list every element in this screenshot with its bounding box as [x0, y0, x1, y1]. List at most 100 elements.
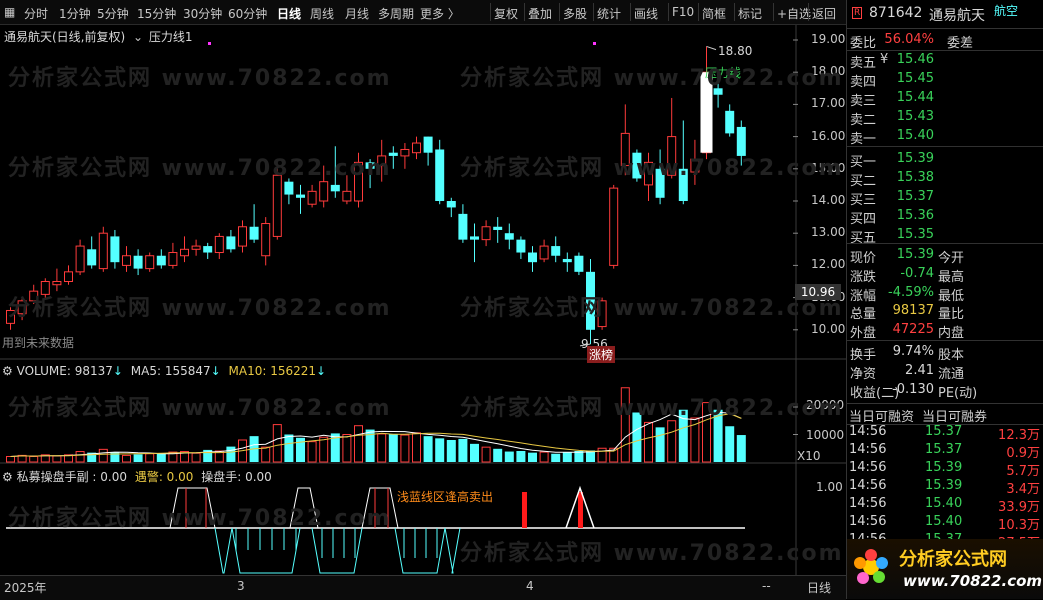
period-tab-6[interactable]: 日线: [277, 5, 301, 22]
volume-bar-up: [261, 446, 271, 463]
candle-body-down: [330, 184, 340, 192]
ad-title: 分析家公式网: [899, 549, 1007, 570]
period-tab-10[interactable]: 更多 〉: [420, 5, 460, 22]
indicator2-gear-icon[interactable]: ⚙: [2, 470, 13, 484]
volume-bar-up: [191, 452, 201, 463]
period-tab-1[interactable]: 1分钟: [59, 5, 91, 22]
candle-body-up: [609, 187, 619, 266]
sell-level-row[interactable]: 卖三 15.44: [847, 89, 1043, 109]
watermark-text: 分析家公式网 www.70822.com: [8, 66, 392, 91]
candle-body-up: [319, 181, 329, 202]
period-tab-8[interactable]: 月线: [345, 5, 369, 22]
volume-bar-up: [539, 451, 549, 463]
sell-level-row[interactable]: 卖五 ¥15.46: [847, 51, 1043, 71]
level-price: 15.43: [896, 109, 934, 124]
candle-body-down: [446, 201, 456, 208]
toolbar-action-6[interactable]: 简框: [702, 5, 726, 22]
period-tab-3[interactable]: 15分钟: [137, 5, 176, 22]
margin-financing-label: 当日可融资: [849, 410, 915, 425]
ad-banner[interactable]: 分析家公式网 www.70822.com: [847, 539, 1043, 599]
volume-bar-down: [388, 433, 398, 462]
volume-bar-down: [655, 427, 665, 462]
level-price: 15.44: [896, 90, 934, 105]
toolbar-action-5[interactable]: F10: [672, 5, 694, 19]
candle-body-down: [562, 258, 572, 263]
volume-bar-down: [470, 443, 479, 462]
stat-label: 涨幅: [850, 288, 877, 304]
level-price: 15.45: [896, 71, 934, 86]
trade-volume: 0.9万: [1006, 446, 1040, 461]
ma5-arrow-icon: ↓: [210, 364, 221, 378]
sector-tag[interactable]: 航空: [994, 2, 1018, 19]
formula-icon: ⌄: [133, 30, 144, 44]
stat-label-2: PE(动): [938, 386, 978, 401]
buy-level-row[interactable]: 买四 15.36: [847, 207, 1043, 227]
volume-bar-up: [307, 441, 317, 463]
trade-tick-row: 14:56 15.37 12.3万: [847, 424, 1043, 443]
candle-body-down: [470, 236, 479, 240]
indicator2-warn: 遇警: 0.00: [134, 470, 194, 484]
candle-body-up: [145, 255, 155, 270]
period-tab-7[interactable]: 周线: [310, 5, 334, 22]
buy-level-row[interactable]: 买一 15.39: [847, 150, 1043, 170]
stat-value: 47225: [892, 322, 934, 338]
candle-body-up: [342, 190, 352, 202]
candle-body-down: [203, 246, 213, 253]
toolbar-action-2[interactable]: 多股: [563, 5, 587, 22]
volume-bar-down: [562, 452, 572, 462]
stat-value: 9.74%: [892, 344, 934, 359]
candle-body-down: [226, 236, 236, 250]
volume-bar-down: [435, 438, 445, 462]
indicator2-tick: 1.00: [816, 480, 843, 494]
scroll-tag[interactable]: --: [762, 579, 771, 593]
volume-label: VOLUME: 98137: [16, 364, 113, 378]
buy-level-row[interactable]: 买三 15.37: [847, 188, 1043, 208]
flower-logo-icon: [851, 545, 891, 589]
period-tab-5[interactable]: 60分钟: [228, 5, 267, 22]
trade-volume: 33.9万: [998, 500, 1040, 515]
trade-tick-row: 14:56 15.39 3.4万: [847, 478, 1043, 497]
ma10-arrow-icon: ↓: [316, 364, 327, 378]
volume-gear-icon[interactable]: ⚙: [2, 364, 13, 378]
orderbook-divider: [847, 50, 1043, 51]
toolbar-action-0[interactable]: 复权: [494, 5, 518, 22]
toolbar-action-3[interactable]: 统计: [597, 5, 621, 22]
toolbar-separator: [524, 3, 525, 21]
period-tab-2[interactable]: 5分钟: [97, 5, 129, 22]
stat-label-2: 股本: [938, 348, 965, 363]
buy-level-row[interactable]: 买二 15.38: [847, 169, 1043, 189]
yen-icon: ¥: [880, 52, 889, 67]
period-tab-0[interactable]: 分时: [24, 5, 48, 22]
level-label: 卖五: [850, 56, 877, 71]
indicator2-name: 私募操盘手副 : 0.00: [16, 470, 127, 484]
volume-bar-down: [504, 451, 514, 462]
margin-securities-label: 当日可融券: [922, 410, 988, 425]
sell-level-row[interactable]: 卖四 15.45: [847, 70, 1043, 90]
volume-bar-up: [75, 451, 85, 463]
period-tab-9[interactable]: 多周期: [378, 5, 414, 22]
volume-bar-up: [481, 446, 491, 463]
toolbar-action-7[interactable]: 标记: [738, 5, 762, 22]
toolbar-separator: [734, 3, 735, 21]
indicator-name[interactable]: 压力线1: [149, 30, 193, 44]
menu-icon[interactable]: ▦: [4, 5, 15, 19]
period-tag[interactable]: 日线: [807, 579, 831, 596]
candle-body-down: [493, 226, 503, 230]
stat-label: 外盘: [850, 326, 877, 342]
toolbar-action-8[interactable]: +自选: [777, 5, 811, 22]
candle-body-down: [551, 246, 561, 256]
stat-row: 净资 2.41 流通: [847, 362, 1043, 382]
toolbar-action-4[interactable]: 画线: [634, 5, 658, 22]
period-tab-4[interactable]: 30分钟: [183, 5, 222, 22]
candle-body-up: [191, 245, 201, 250]
future-data-note: 用到未来数据: [2, 336, 75, 350]
toolbar-action-1[interactable]: 叠加: [528, 5, 552, 22]
volume-bar-up: [667, 420, 677, 463]
toolbar-action-9[interactable]: 返回: [812, 5, 836, 22]
level-price: 15.46: [896, 52, 934, 67]
stock-name: 通易航天: [929, 8, 985, 24]
sell-level-row[interactable]: 卖一 15.40: [847, 127, 1043, 147]
candle-body-down: [574, 255, 584, 272]
sell-level-row[interactable]: 卖二 15.43: [847, 108, 1043, 128]
board-tag[interactable]: 涨榜: [587, 346, 616, 363]
